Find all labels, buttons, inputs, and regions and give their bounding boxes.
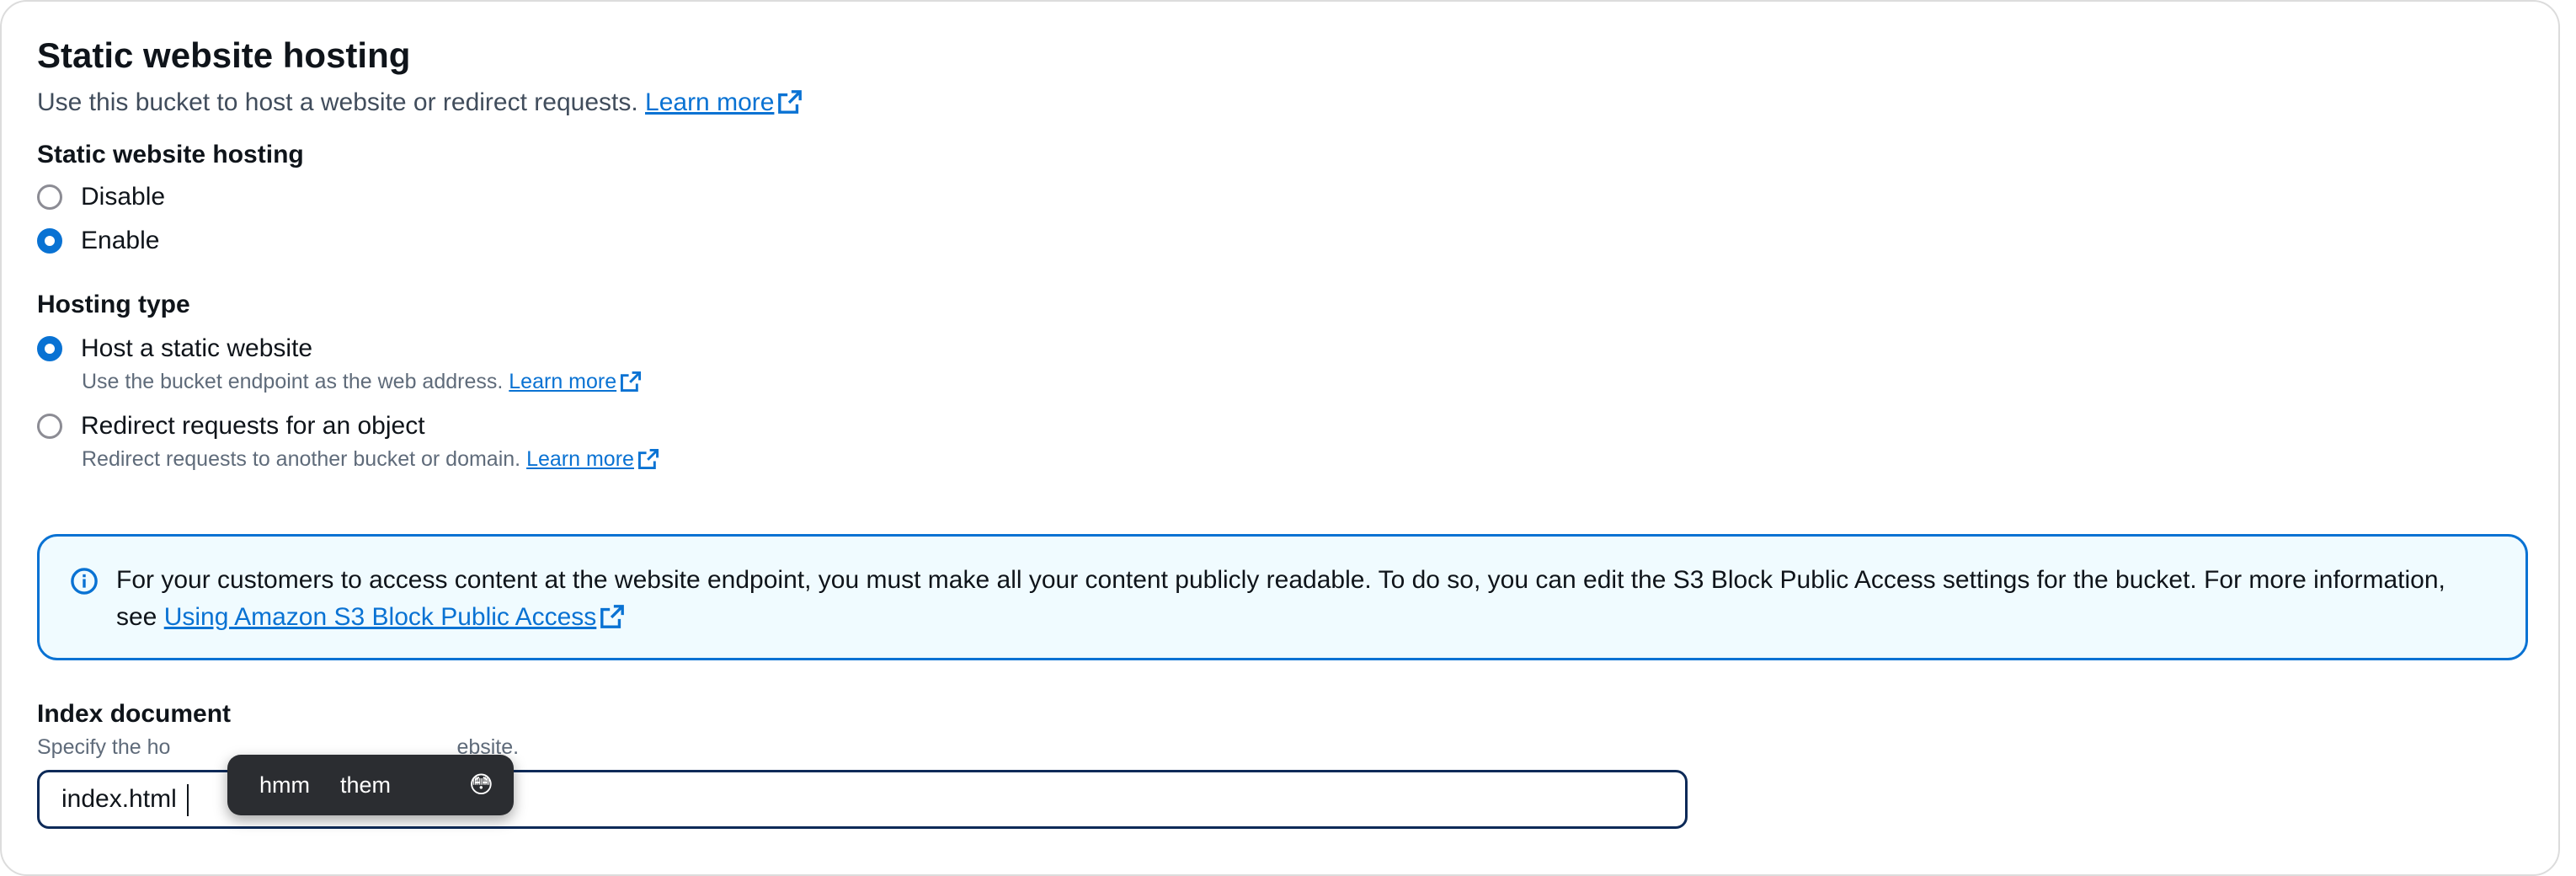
panel-content: Static website hosting Use this bucket t… bbox=[37, 32, 2530, 829]
text-suggestion-bar: hmm them 😳 bbox=[227, 755, 514, 815]
radio-option-host-static[interactable]: Host a static website bbox=[37, 327, 2530, 371]
external-link-icon bbox=[620, 371, 642, 393]
panel-description-text: Use this bucket to host a website or red… bbox=[37, 88, 638, 116]
radio-option-disable[interactable]: Disable bbox=[37, 175, 2530, 219]
host-static-learn-more-link[interactable]: Learn more bbox=[509, 370, 642, 393]
index-description-prefix: Specify the ho bbox=[37, 735, 171, 759]
hosting-toggle-group: Static website hosting Disable Enable bbox=[37, 138, 2530, 263]
info-alert-text: For your customers to access content at … bbox=[116, 562, 2491, 636]
radio-disable[interactable] bbox=[37, 184, 62, 210]
info-alert: For your customers to access content at … bbox=[37, 534, 2528, 660]
radio-label-disable: Disable bbox=[81, 183, 166, 211]
info-icon bbox=[70, 567, 99, 596]
static-website-hosting-panel: Static website hosting Use this bucket t… bbox=[0, 0, 2560, 876]
host-static-description-text: Use the bucket endpoint as the web addre… bbox=[82, 370, 504, 393]
radio-label-redirect: Redirect requests for an object bbox=[81, 412, 425, 440]
panel-description: Use this bucket to host a website or red… bbox=[37, 86, 2530, 120]
radio-label-enable: Enable bbox=[81, 227, 160, 254]
suggestion-hmm[interactable]: hmm bbox=[244, 770, 325, 800]
suggestion-emoji[interactable]: 😳 bbox=[466, 770, 497, 800]
learn-more-link[interactable]: Learn more bbox=[645, 88, 803, 116]
radio-option-redirect[interactable]: Redirect requests for an object bbox=[37, 404, 2530, 448]
radio-enable[interactable] bbox=[37, 228, 62, 254]
redirect-description-text: Redirect requests to another bucket or d… bbox=[82, 447, 521, 471]
radio-host-static[interactable] bbox=[37, 336, 62, 361]
block-public-access-link[interactable]: Using Amazon S3 Block Public Access bbox=[164, 603, 626, 631]
suggestion-them[interactable]: them bbox=[325, 770, 406, 800]
redirect-description: Redirect requests to another bucket or d… bbox=[82, 445, 2530, 473]
hosting-type-group: Hosting type Host a static website Use t… bbox=[37, 288, 2530, 473]
radio-label-host-static: Host a static website bbox=[81, 334, 313, 362]
external-link-icon bbox=[777, 89, 803, 115]
hosting-toggle-label: Static website hosting bbox=[37, 141, 304, 168]
radio-redirect[interactable] bbox=[37, 414, 62, 439]
external-link-icon bbox=[600, 603, 625, 628]
learn-more-label: Learn more bbox=[645, 88, 775, 116]
external-link-icon bbox=[637, 448, 659, 470]
block-public-access-label: Using Amazon S3 Block Public Access bbox=[163, 603, 597, 631]
redirect-learn-more-link[interactable]: Learn more bbox=[526, 447, 659, 471]
host-static-learn-more-label: Learn more bbox=[509, 370, 617, 393]
hosting-type-label: Hosting type bbox=[37, 291, 190, 318]
radio-option-enable[interactable]: Enable bbox=[37, 219, 2530, 263]
redirect-learn-more-label: Learn more bbox=[526, 447, 634, 471]
host-static-description: Use the bucket endpoint as the web addre… bbox=[82, 367, 2530, 396]
text-caret bbox=[187, 784, 189, 816]
index-document-label: Index document bbox=[37, 700, 232, 728]
page-title: Static website hosting bbox=[37, 35, 411, 75]
